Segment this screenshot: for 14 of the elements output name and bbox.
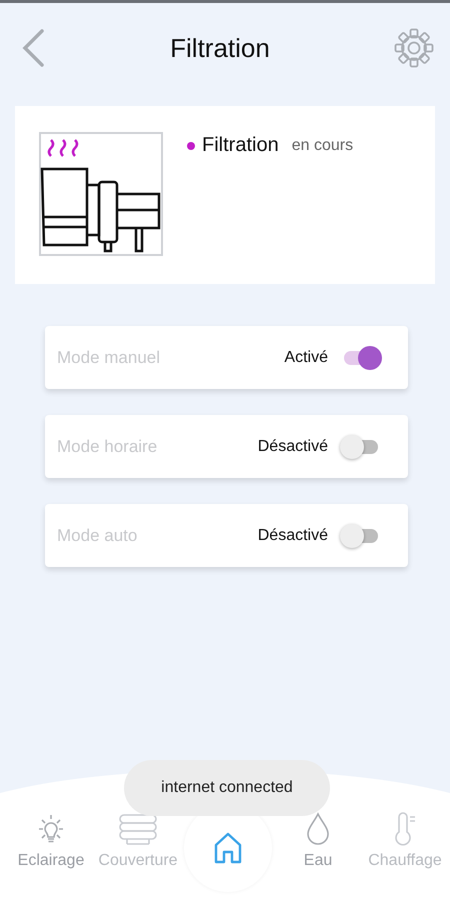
mode-state: Activé: [284, 348, 328, 366]
filter-pump-icon: [39, 132, 163, 256]
nav-tab[interactable]: Eclairage: [10, 812, 92, 870]
screen-title: Filtration: [170, 32, 270, 64]
back-button[interactable]: [20, 28, 46, 68]
drop-icon: [304, 812, 332, 846]
settings-button[interactable]: [394, 28, 434, 68]
device-name: Filtration: [202, 134, 279, 157]
home-icon: [213, 831, 243, 865]
mode-state: Désactivé: [258, 526, 328, 544]
mode-state: Désactivé: [258, 438, 328, 456]
status-text: en cours: [292, 136, 354, 154]
rolls-icon: [117, 812, 159, 846]
connection-toast: internet connected: [124, 760, 330, 816]
